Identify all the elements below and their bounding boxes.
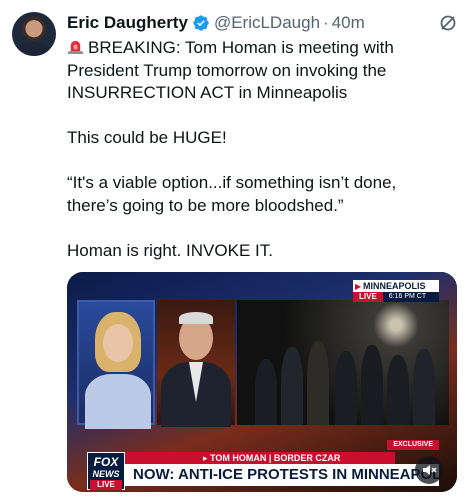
tweet-line: BREAKING: Tom Homan is meeting with — [67, 37, 457, 60]
crowd-figure — [413, 349, 435, 425]
video-host-panel — [77, 300, 155, 429]
tweet-header: Eric Daugherty @EricLDaugh · 40m — [67, 12, 459, 34]
broadcast-time: 6:16 PM CT — [382, 292, 439, 302]
location-label-row: ▶ MINNEAPOLIS — [353, 280, 439, 292]
logo-line: NEWS — [92, 469, 120, 479]
crowd-figure — [335, 351, 357, 425]
avatar-shirt — [18, 42, 50, 56]
author-handle[interactable]: @EricLDaugh — [214, 12, 320, 34]
chyron-headline: NOW: ANTI-ICE PROTESTS IN MINNEAPOLI — [125, 464, 439, 486]
tweet-text: BREAKING: Tom Homan is meeting with Pres… — [67, 37, 457, 262]
police-siren-emoji-icon — [67, 40, 84, 55]
host-body — [85, 374, 151, 429]
tweet-line: This could be HUGE! — [67, 128, 227, 147]
tweet-line: Homan is right. INVOKE IT. — [67, 240, 273, 260]
crowd-figure — [255, 359, 277, 425]
live-time-row: LIVE 6:16 PM CT — [353, 292, 439, 302]
crowd-figure — [307, 341, 329, 425]
grok-slash-icon[interactable] — [437, 12, 459, 34]
verified-badge-icon — [193, 15, 209, 31]
crowd-figure — [387, 355, 409, 425]
location-label: MINNEAPOLIS — [363, 281, 426, 291]
header-separator: · — [323, 13, 329, 32]
tweet-line: “It's a viable option...if something isn… — [67, 173, 397, 192]
logo-line: LIVE — [90, 480, 122, 490]
guest-name-label: TOM HOMAN | BORDER CZAR — [210, 453, 341, 463]
tweet-line: President Trump tomorrow on invoking the — [67, 60, 387, 80]
exclusive-tag: EXCLUSIVE — [387, 440, 439, 450]
play-arrow-icon: ▸ — [203, 453, 211, 463]
chyron: EXCLUSIVE ▸ TOM HOMAN | BORDER CZAR NOW:… — [67, 434, 457, 492]
speaker-muted-icon[interactable] — [415, 456, 443, 484]
tweet-line-text: BREAKING: Tom Homan is meeting with — [88, 38, 394, 57]
location-badge: ▶ MINNEAPOLIS LIVE 6:16 PM CT — [353, 280, 439, 302]
crowd-figure — [361, 345, 383, 425]
crowd-figure — [281, 347, 303, 425]
fox-news-logo: FOX NEWS LIVE — [87, 452, 125, 490]
video-protest-panel — [237, 300, 449, 425]
video-player[interactable]: ▶ MINNEAPOLIS LIVE 6:16 PM CT EXCLUSIVE … — [67, 272, 457, 492]
author-display-name[interactable]: Eric Daugherty — [67, 12, 188, 34]
tweet-line: there’s going to be more bloodshed.” — [67, 195, 344, 215]
tweet-line: INSURRECTION ACT in Minneapolis — [67, 83, 348, 102]
host-face — [103, 324, 133, 362]
guest-hair — [179, 312, 213, 324]
video-guest-panel — [157, 300, 235, 427]
logo-line: FOX — [93, 455, 119, 469]
author-avatar[interactable] — [12, 12, 56, 56]
guest-name-strip: ▸ TOM HOMAN | BORDER CZAR — [125, 452, 395, 464]
play-arrow-icon: ▶ — [355, 282, 362, 291]
tweet[interactable]: Eric Daugherty @EricLDaugh · 40m BREAKIN… — [0, 0, 471, 500]
tweet-timestamp[interactable]: 40m — [332, 12, 365, 34]
live-tag: LIVE — [353, 292, 383, 302]
